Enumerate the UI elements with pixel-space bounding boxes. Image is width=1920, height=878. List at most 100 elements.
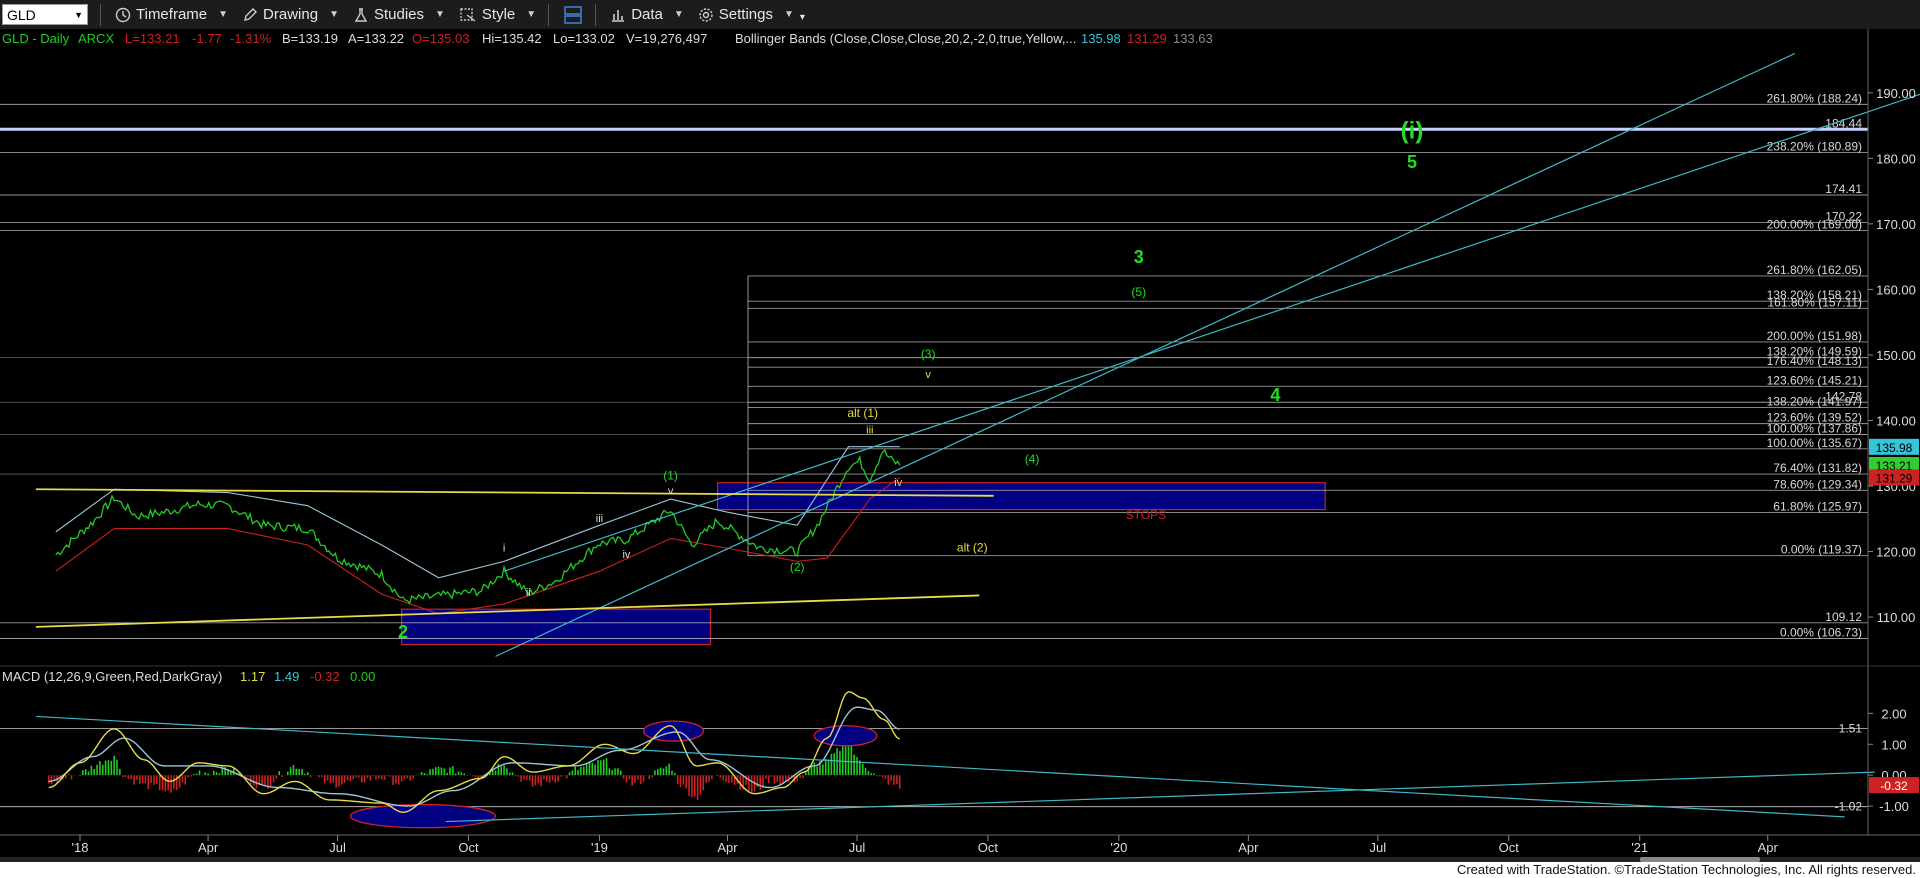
fib-level-label: 123.60% (145.21) (1767, 373, 1862, 387)
clock-icon (115, 7, 131, 22)
macd-y-tick-label: 2.00 (1881, 706, 1906, 721)
layout-button[interactable] (563, 5, 583, 25)
y-tick-label: 160.00 (1876, 282, 1916, 297)
header-bb-lower: 131.29 (1127, 31, 1167, 46)
y-tick-label: 190.00 (1876, 86, 1916, 101)
y-tick-label: 180.00 (1876, 151, 1916, 166)
macd-level-label: -1.02 (1835, 800, 1863, 814)
drawing-menu[interactable]: Drawing ▼ (242, 6, 339, 23)
timeframe-menu[interactable]: Timeframe ▼ (115, 6, 228, 23)
wave-label: ii (526, 587, 531, 599)
chevron-down-icon: ▼ (218, 9, 229, 20)
macd-y-tick-label: 1.00 (1881, 737, 1906, 752)
style-icon (460, 7, 476, 22)
header-change: -1.77 (192, 31, 222, 46)
chevron-down-icon: ▼ (435, 9, 445, 20)
settings-menu[interactable]: Settings ▼ (698, 6, 794, 23)
chevron-down-icon[interactable]: ▼ (74, 10, 83, 20)
price-badge-label: 131.29 (1876, 472, 1913, 486)
settings-label: Settings (718, 6, 773, 23)
gear-icon (699, 7, 713, 22)
header-open: O=135.03 (412, 31, 469, 46)
fib-level-label: 100.00% (137.86) (1767, 421, 1862, 435)
chevron-down-icon: ▼ (783, 9, 794, 20)
macd-badge-label: -0.32 (1880, 779, 1908, 793)
macd-y-tick-label: -1.00 (1879, 799, 1909, 814)
chevron-down-icon: ▼ (526, 9, 537, 20)
x-tick-label: Oct (458, 840, 479, 855)
fib-level-label: 184.44 (1825, 116, 1862, 130)
style-label: Style (481, 6, 516, 23)
x-tick-label: Jul (329, 840, 346, 855)
wave-label: 5 (1407, 152, 1417, 172)
fib-level-label: 200.00% (151.98) (1767, 329, 1862, 343)
x-tick-label: Jul (1370, 840, 1387, 855)
header-bb-mid: 133.63 (1173, 31, 1213, 46)
x-tick-label: Oct (1499, 840, 1520, 855)
wave-label: (3) (921, 347, 936, 361)
footer: Created with TradeStation. ©TradeStation… (0, 862, 1920, 878)
drawing-label: Drawing (263, 6, 319, 23)
fib-level-label: 138.20% (141.97) (1767, 395, 1862, 409)
footer-text: Created with TradeStation. ©TradeStation… (1456, 862, 1916, 877)
bar-chart-icon (612, 9, 625, 22)
macd-level-label: 1.51 (1839, 722, 1863, 736)
header-bid: B=133.19 (282, 31, 338, 46)
y-tick-label: 170.00 (1876, 217, 1916, 232)
wave-label: (4) (1025, 452, 1040, 466)
overflow-icon[interactable]: ▾ (800, 12, 805, 23)
fib-level-label: 261.80% (188.24) (1767, 91, 1862, 105)
fib-level-label: 161.80% (157.11) (1767, 295, 1862, 309)
wave-label: 3 (1134, 247, 1144, 267)
chart-canvas[interactable]: GLD - Daily ARCX L=133.21 -1.77 -1.31% B… (0, 29, 1920, 862)
y-tick-label: 140.00 (1876, 413, 1916, 428)
x-tick-label: Jul (849, 840, 866, 855)
wave-label: v (925, 369, 931, 381)
wave-label: 2 (398, 622, 408, 642)
symbol-input[interactable]: GLD ▼ (2, 4, 88, 25)
data-menu[interactable]: Data ▼ (610, 6, 684, 23)
style-menu[interactable]: Style ▼ (459, 6, 536, 23)
x-tick-label: Apr (1758, 840, 1779, 855)
studies-menu[interactable]: Studies ▼ (353, 6, 445, 23)
data-label: Data (631, 6, 663, 23)
macd-ellipse (813, 725, 878, 747)
wave-label: iii (596, 513, 603, 525)
wave-label: (1) (663, 468, 678, 482)
fib-level-label: 176.40% (148.13) (1767, 354, 1862, 368)
macd-header-title: MACD (12,26,9,Green,Red,DarkGray) (2, 669, 222, 684)
wave-label: 4 (1270, 385, 1280, 405)
header-low: Lo=133.02 (553, 31, 615, 46)
header-change-pct: -1.31% (230, 31, 272, 46)
toolbar-separator (595, 3, 597, 26)
header-ask: A=133.22 (348, 31, 404, 46)
studies-label: Studies (373, 6, 425, 23)
x-tick-label: Oct (978, 840, 999, 855)
macd-header-zero: 0.00 (350, 669, 375, 684)
header-bb-upper: 135.98 (1081, 31, 1121, 46)
header-indicator: Bollinger Bands (Close,Close,Close,20,2,… (735, 31, 1076, 46)
target-zone-1 (401, 608, 712, 646)
fib-level-label: 0.00% (106.73) (1780, 625, 1862, 639)
panels-icon (564, 5, 582, 24)
toolbar-separator (100, 3, 101, 26)
x-tick-label: '18 (72, 840, 89, 855)
wave-label: v (668, 486, 674, 498)
y-tick-label: 150.00 (1876, 348, 1916, 363)
header-title: GLD - Daily (2, 31, 70, 46)
wave-label: iv (622, 549, 630, 561)
x-tick-label: Apr (1238, 840, 1259, 855)
symbol-value: GLD (7, 6, 36, 23)
target-zone-0 (716, 482, 1326, 511)
timeframe-label: Timeframe (136, 6, 208, 23)
fib-level-label: 261.80% (162.05) (1767, 263, 1862, 277)
y-tick-label: 110.00 (1877, 610, 1916, 625)
fib-level-label: 174.41 (1825, 182, 1862, 196)
x-tick-label: '21 (1631, 840, 1648, 855)
wave-label: iv (894, 477, 902, 489)
fib-level-label: 100.00% (135.67) (1767, 436, 1862, 450)
wave-label: (5) (1131, 285, 1146, 299)
chevron-down-icon: ▼ (329, 9, 339, 20)
x-tick-label: '20 (1110, 840, 1127, 855)
fib-level-label: 109.12 (1825, 610, 1862, 624)
